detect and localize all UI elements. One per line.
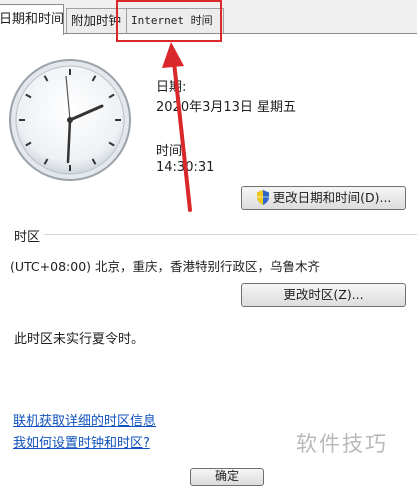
red-arrow-annotation — [162, 42, 192, 212]
tab-date-and-time[interactable]: 日期和时间 — [0, 4, 64, 35]
